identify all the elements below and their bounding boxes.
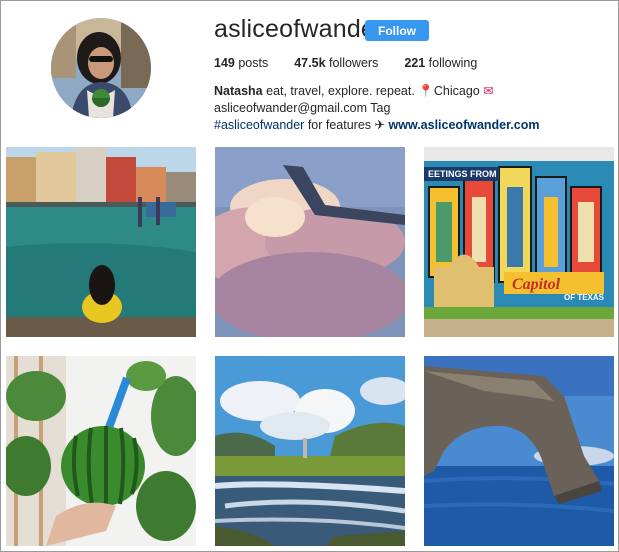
- bio-hashtag[interactable]: #asliceofwander: [214, 118, 304, 132]
- profile-stats: 149 posts 47.5k followers 221 following: [214, 56, 503, 70]
- followers-count: 47.5k: [294, 56, 326, 70]
- bio-email: asliceofwander@gmail.com Tag: [214, 101, 391, 115]
- post-river-valley[interactable]: [215, 356, 405, 546]
- following-label: following: [428, 56, 478, 70]
- bio-name: Natasha: [214, 84, 263, 98]
- bio-website-link[interactable]: www.asliceofwander.com: [389, 118, 540, 132]
- username: asliceofwander: [214, 15, 384, 43]
- profile-avatar[interactable]: [51, 18, 151, 118]
- pin-icon: 📍: [418, 84, 434, 98]
- posts-stat: 149 posts: [214, 56, 268, 70]
- profile-bio: Natasha eat, travel, explore. repeat. 📍C…: [214, 83, 614, 134]
- post-azure-window[interactable]: [424, 356, 614, 546]
- post-venice-canal[interactable]: [6, 147, 196, 337]
- svg-text:OF TEXAS: OF TEXAS: [564, 293, 605, 302]
- svg-text:EETINGS FROM: EETINGS FROM: [428, 169, 497, 179]
- svg-text:Capitol: Capitol: [512, 276, 561, 293]
- followers-label: followers: [329, 56, 379, 70]
- bio-text: eat, travel, explore. repeat.: [262, 84, 419, 98]
- post-greetings-austin[interactable]: EETINGS FROM Capitol OF TEXAS: [424, 147, 614, 337]
- following-count: 221: [404, 56, 426, 70]
- bio-text-features: for features: [304, 118, 375, 132]
- post-watermelon-drink[interactable]: [6, 356, 196, 546]
- envelope-icon: ✉: [483, 84, 494, 98]
- bio-location: Chicago: [433, 84, 480, 98]
- follow-button[interactable]: Follow: [365, 20, 429, 41]
- post-clouds-wing[interactable]: [215, 147, 405, 337]
- following-stat[interactable]: 221 following: [404, 56, 477, 70]
- profile-page: asliceofwander Follow 149 posts 47.5k fo…: [0, 0, 619, 552]
- airplane-icon: ✈: [374, 118, 386, 132]
- followers-stat[interactable]: 47.5k followers: [294, 56, 378, 70]
- posts-label: posts: [238, 56, 269, 70]
- posts-count: 149: [214, 56, 235, 70]
